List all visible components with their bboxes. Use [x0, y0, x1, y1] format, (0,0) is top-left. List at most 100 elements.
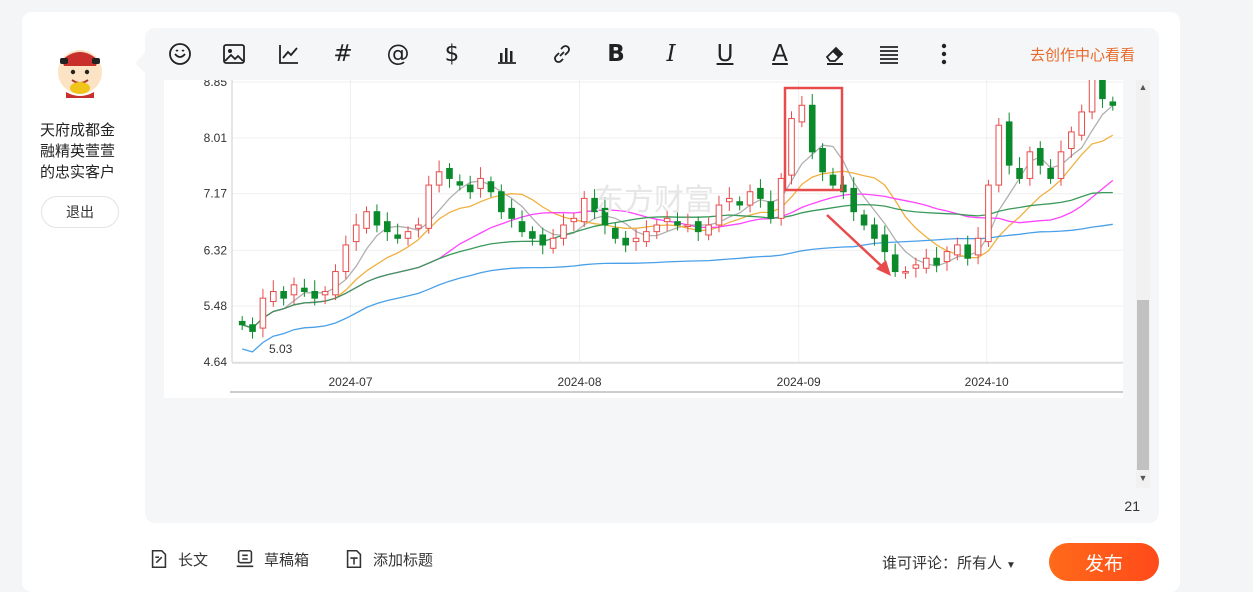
scrollbar-thumb[interactable] — [1137, 300, 1149, 470]
candle-body — [269, 291, 277, 302]
candle-body — [622, 237, 629, 246]
char-count: 21 — [1124, 498, 1140, 514]
avatar[interactable] — [52, 42, 108, 98]
candle-body — [249, 324, 256, 332]
long-article-button[interactable]: 长文 — [148, 548, 208, 570]
comment-permission-select[interactable]: 所有人 — [957, 555, 1002, 572]
candle-body — [435, 171, 443, 186]
candle-body — [259, 297, 267, 329]
candle-body — [415, 224, 422, 229]
candle-body — [912, 264, 920, 269]
candle-body — [560, 224, 567, 239]
candle-body — [518, 221, 526, 233]
more-icon[interactable] — [930, 40, 958, 68]
bold-icon[interactable]: B — [602, 40, 630, 68]
scroll-up-arrow[interactable]: ▲ — [1137, 82, 1149, 94]
candle-body — [373, 211, 381, 226]
ma10-line — [242, 134, 1114, 329]
candle-body — [694, 221, 702, 233]
candle-body — [767, 201, 775, 219]
candle-body — [238, 320, 246, 326]
eraser-icon[interactable] — [821, 40, 849, 68]
candle-body — [508, 207, 515, 219]
candle-body — [301, 287, 308, 293]
drafts-icon — [236, 549, 254, 568]
candle-body — [311, 291, 319, 299]
candle-body — [922, 257, 930, 269]
y-tick-label: 6.32 — [204, 243, 228, 257]
y-tick-label: 7.17 — [204, 187, 228, 201]
candle-body — [674, 221, 681, 226]
candle-body — [1068, 131, 1075, 150]
candle-body — [352, 224, 360, 243]
editor-toolbar: # @ $ B I U A — [145, 28, 1159, 80]
candle-body — [757, 187, 764, 199]
scroll-down-arrow[interactable]: ▼ — [1137, 473, 1149, 485]
candle-body — [342, 244, 350, 273]
comment-permission: 谁可评论：所有人 ▼ — [882, 552, 1016, 573]
candle-body — [643, 231, 650, 243]
link-icon[interactable] — [548, 40, 576, 68]
candle-body — [1099, 80, 1106, 100]
candle-body — [425, 184, 433, 229]
candle-body — [1057, 151, 1065, 179]
hashtag-icon[interactable]: # — [329, 40, 357, 68]
y-tick-label: 4.64 — [204, 355, 228, 369]
candle-body — [705, 224, 712, 236]
low-price-annotation: 5.03 — [269, 342, 293, 356]
publish-button[interactable]: 发布 — [1049, 543, 1159, 581]
candle-body — [726, 197, 733, 203]
underline-icon[interactable]: U — [711, 40, 739, 68]
candle-body — [632, 237, 640, 243]
stock-chart-image: 8.85 8.01 7.17 6.32 5.48 4.64 2024-07 2024-08 2… — [164, 80, 1123, 398]
candle-body — [498, 191, 505, 213]
trend-arrow — [826, 214, 890, 274]
candle-body — [446, 167, 453, 179]
y-tick-label: 5.48 — [204, 299, 228, 313]
candle-body — [788, 118, 795, 176]
candle-body — [549, 237, 557, 249]
candle-body — [477, 177, 484, 189]
align-icon[interactable] — [875, 40, 903, 68]
candle-body — [653, 224, 661, 233]
long-article-label: 长文 — [178, 551, 209, 569]
candle-body — [404, 231, 412, 239]
logout-button[interactable]: 退出 — [41, 196, 119, 228]
x-tick-label: 2024-09 — [777, 375, 821, 389]
bar-chart-icon[interactable] — [493, 40, 521, 68]
add-title-button[interactable]: 添加标题 — [343, 548, 433, 570]
candle-body — [280, 291, 287, 299]
candle-body — [902, 271, 909, 274]
emoji-icon[interactable] — [166, 40, 194, 68]
candle-body — [332, 271, 339, 296]
candle-body — [808, 104, 816, 153]
candle-body — [860, 214, 868, 226]
candle-body — [943, 251, 951, 263]
candle-body — [580, 197, 588, 223]
creator-center-link[interactable]: 去创作中心看看 — [1030, 44, 1135, 65]
candle-body — [321, 291, 329, 296]
drafts-button[interactable]: 草稿箱 — [234, 548, 309, 570]
candle-body — [663, 217, 671, 223]
candle-body — [394, 234, 401, 239]
chart-line-icon[interactable] — [275, 40, 303, 68]
candle-body — [798, 104, 806, 123]
font-color-icon[interactable]: A — [766, 40, 794, 68]
stock-dollar-icon[interactable]: $ — [438, 40, 466, 68]
ma60-line — [242, 223, 1113, 353]
candle-body — [850, 187, 858, 213]
candle-body — [891, 254, 899, 273]
candle-body — [985, 184, 992, 243]
candle-body — [819, 148, 826, 173]
candle-body — [715, 204, 723, 226]
candle-body — [487, 181, 495, 193]
candle-body — [1078, 111, 1086, 136]
candle-body — [612, 227, 619, 239]
image-icon[interactable] — [220, 40, 248, 68]
mention-icon[interactable]: @ — [384, 40, 412, 68]
chevron-down-icon[interactable]: ▼ — [1006, 560, 1016, 571]
candle-body — [995, 124, 1003, 186]
add-title-icon — [346, 549, 362, 569]
candle-body — [1026, 151, 1034, 179]
italic-icon[interactable]: I — [657, 40, 685, 68]
